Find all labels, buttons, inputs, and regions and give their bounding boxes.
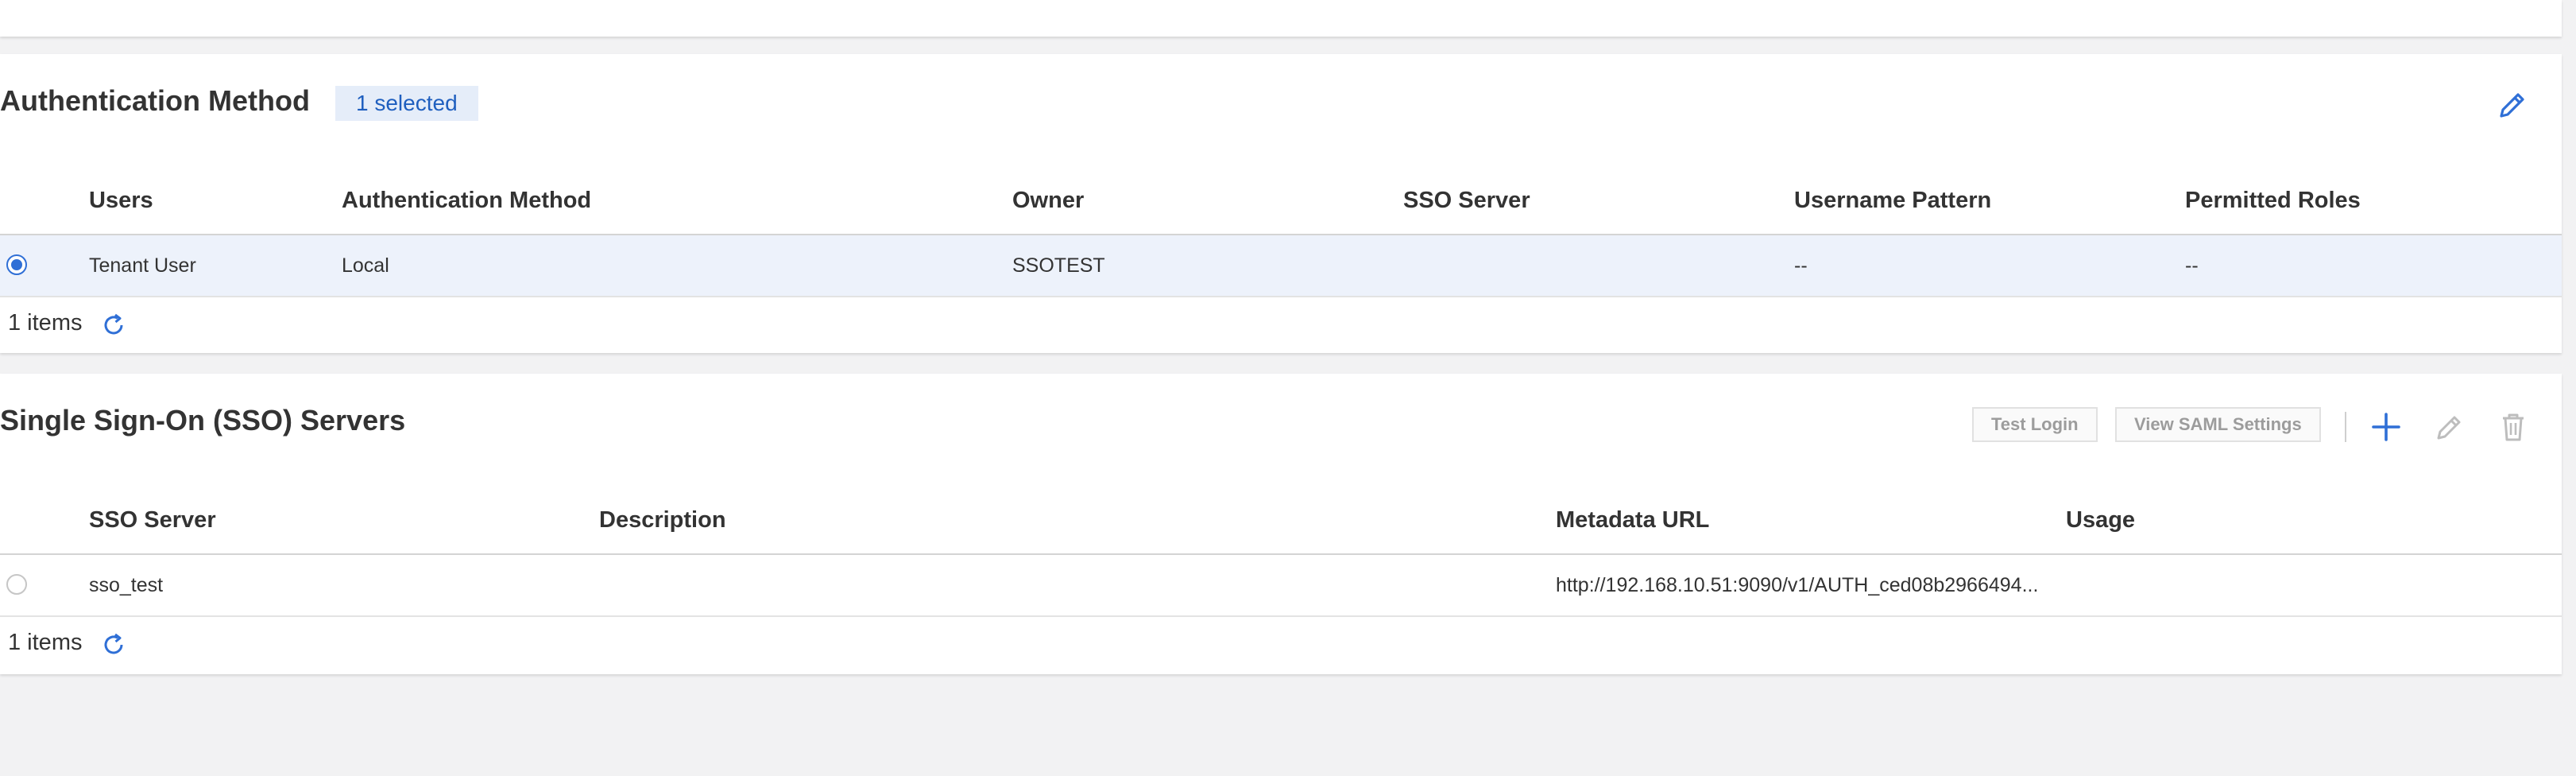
column-header-sso-server[interactable]: SSO Server — [1403, 188, 1530, 214]
top-panel-edge — [0, 0, 2562, 37]
cell-authentication-method: Local — [342, 254, 389, 277]
column-header-authentication-method[interactable]: Authentication Method — [342, 188, 591, 214]
refresh-icon[interactable] — [100, 312, 127, 339]
selected-count-badge: 1 selected — [335, 86, 478, 121]
refresh-icon[interactable] — [100, 631, 127, 658]
trash-icon[interactable] — [2495, 409, 2532, 445]
column-header-description[interactable]: Description — [599, 507, 726, 534]
sso-servers-title: Single Sign-On (SSO) Servers — [0, 404, 406, 436]
cell-username-pattern: -- — [1794, 254, 1808, 277]
row-select-radio[interactable] — [6, 254, 27, 275]
column-header-users[interactable]: Users — [89, 188, 153, 214]
item-count: 1 items — [8, 630, 83, 655]
view-saml-settings-button[interactable]: View SAML Settings — [2115, 407, 2321, 442]
test-login-button[interactable]: Test Login — [1972, 407, 2098, 442]
authentication-method-title: Authentication Method — [0, 84, 310, 117]
cell-users: Tenant User — [89, 254, 196, 277]
column-header-permitted-roles[interactable]: Permitted Roles — [2185, 188, 2361, 214]
cell-sso-server: sso_test — [89, 574, 164, 596]
cell-permitted-roles: -- — [2185, 254, 2199, 277]
plus-icon[interactable] — [2368, 409, 2404, 445]
cell-owner: SSOTEST — [1012, 254, 1105, 277]
column-header-owner[interactable]: Owner — [1012, 188, 1084, 214]
row-select-radio[interactable] — [6, 574, 27, 595]
column-header-metadata-url[interactable]: Metadata URL — [1556, 507, 1709, 534]
item-count: 1 items — [8, 310, 83, 336]
sso-servers-panel: Single Sign-On (SSO) Servers Test Login … — [0, 374, 2562, 674]
column-header-username-pattern[interactable]: Username Pattern — [1794, 188, 1991, 214]
table-row[interactable]: sso_test http://192.168.10.51:9090/v1/AU… — [0, 555, 2562, 617]
toolbar-divider — [2345, 412, 2346, 442]
pencil-icon[interactable] — [2431, 409, 2468, 445]
pencil-icon[interactable] — [2493, 86, 2532, 124]
cell-metadata-url: http://192.168.10.51:9090/v1/AUTH_ced08b… — [1556, 574, 2039, 596]
column-header-usage[interactable]: Usage — [2066, 507, 2135, 534]
authentication-method-panel: Authentication Method 1 selected Users A… — [0, 54, 2562, 353]
table-row[interactable]: Tenant User Local SSOTEST -- -- — [0, 235, 2562, 297]
column-header-sso-server[interactable]: SSO Server — [89, 507, 216, 534]
